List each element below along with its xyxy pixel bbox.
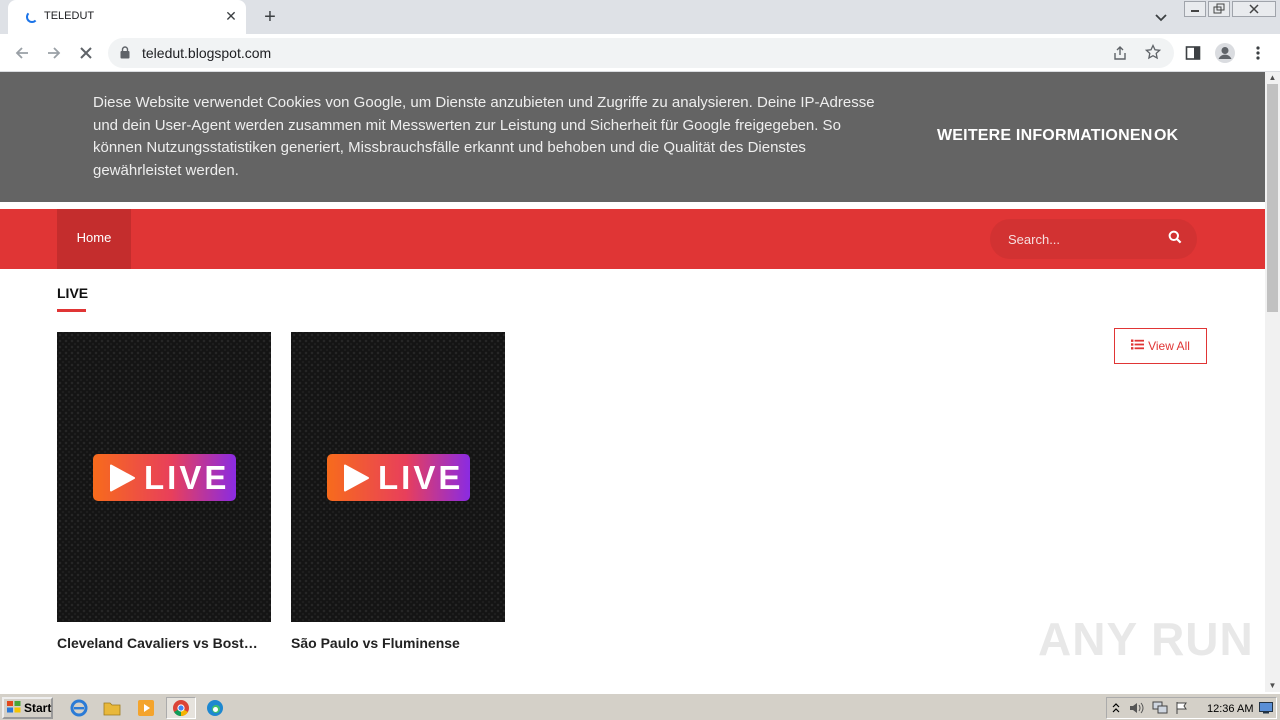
scroll-up-arrow-icon[interactable]: ▲ bbox=[1265, 72, 1280, 84]
cookie-notice-text: Diese Website verwendet Cookies von Goog… bbox=[93, 94, 875, 179]
section-title: LIVE bbox=[57, 285, 89, 301]
stop-loading-icon[interactable] bbox=[74, 41, 98, 65]
network-icon[interactable] bbox=[1152, 701, 1168, 718]
browser-tab[interactable]: TELEDUT ✕ bbox=[8, 0, 246, 34]
page-scrollbar[interactable]: ▲ ▼ bbox=[1265, 72, 1280, 692]
post-title[interactable]: São Paulo vs Fluminense bbox=[291, 635, 499, 651]
chrome-taskbar-icon[interactable] bbox=[166, 697, 196, 719]
bookmark-star-icon[interactable] bbox=[1144, 43, 1162, 65]
internet-explorer-icon[interactable] bbox=[67, 697, 91, 719]
browser-menu-icon[interactable] bbox=[1246, 41, 1270, 65]
restore-icon[interactable] bbox=[1208, 1, 1230, 17]
url-text: teledut.blogspot.com bbox=[142, 45, 272, 61]
nav-item-home[interactable]: Home bbox=[57, 209, 131, 269]
screen: TELEDUT ✕ + teledut.blogspot.com Diese W… bbox=[0, 0, 1280, 720]
tab-search-chevron-icon[interactable] bbox=[1150, 6, 1172, 28]
back-arrow-icon[interactable] bbox=[10, 41, 34, 65]
more-info-link[interactable]: WEITERE INFORMATIONEN bbox=[937, 127, 1152, 145]
lock-icon bbox=[120, 46, 130, 64]
windows-logo-icon bbox=[6, 700, 22, 717]
view-all-button[interactable]: View All bbox=[1114, 328, 1207, 364]
anyrun-watermark: ANY RUN bbox=[1038, 613, 1254, 665]
live-badge-text: LIVE bbox=[144, 459, 230, 496]
action-center-flag-icon[interactable] bbox=[1175, 701, 1189, 718]
system-tray: 12:36 AM bbox=[1106, 697, 1277, 719]
side-panel-icon[interactable] bbox=[1181, 41, 1205, 65]
window-close-icon[interactable] bbox=[1232, 1, 1276, 17]
live-badge-text: LIVE bbox=[378, 459, 464, 496]
tray-expand-icon[interactable] bbox=[1112, 702, 1120, 717]
browser-tabbar: TELEDUT ✕ + bbox=[0, 0, 1280, 34]
show-desktop-icon[interactable] bbox=[1259, 702, 1273, 717]
share-icon[interactable] bbox=[1112, 45, 1128, 66]
cookie-ok-button[interactable]: OK bbox=[1154, 127, 1178, 145]
scrollbar-thumb[interactable] bbox=[1267, 84, 1278, 312]
view-all-label: View All bbox=[1148, 339, 1190, 353]
post-title[interactable]: Cleveland Cavaliers vs Boston Celtics bbox=[57, 635, 265, 651]
media-player-icon[interactable] bbox=[134, 697, 158, 719]
address-bar[interactable]: teledut.blogspot.com bbox=[108, 38, 1174, 68]
start-label: Start bbox=[24, 701, 52, 715]
search-box bbox=[990, 219, 1197, 259]
new-tab-button[interactable]: + bbox=[258, 6, 282, 28]
play-icon bbox=[108, 464, 136, 497]
tab-title: TELEDUT bbox=[44, 10, 95, 22]
list-icon bbox=[1131, 339, 1145, 353]
volume-icon[interactable] bbox=[1129, 701, 1145, 718]
live-badge: LIVE bbox=[327, 454, 470, 501]
loading-spinner-icon bbox=[26, 11, 38, 23]
section-title-underline bbox=[57, 309, 86, 312]
clock: 12:36 AM bbox=[1207, 703, 1254, 715]
cookie-banner: Diese Website verwendet Cookies von Goog… bbox=[0, 72, 1265, 202]
browser-toolbar: teledut.blogspot.com bbox=[0, 34, 1280, 72]
forward-arrow-icon[interactable] bbox=[42, 41, 66, 65]
tab-close-icon[interactable]: ✕ bbox=[222, 7, 240, 25]
post-thumbnail[interactable]: LIVE bbox=[57, 332, 271, 622]
page-viewport: Diese Website verwendet Cookies von Goog… bbox=[0, 72, 1265, 692]
os-taskbar: Start 12:36 AM bbox=[0, 692, 1280, 720]
minimize-icon[interactable] bbox=[1184, 1, 1206, 17]
post-card[interactable]: LIVE Cleveland Cavaliers vs Boston Celti… bbox=[57, 332, 271, 651]
play-icon bbox=[342, 464, 370, 497]
post-card[interactable]: LIVE São Paulo vs Fluminense bbox=[291, 332, 505, 651]
search-icon[interactable] bbox=[1168, 230, 1182, 249]
file-explorer-icon[interactable] bbox=[100, 697, 124, 719]
site-navbar: Home bbox=[0, 209, 1265, 269]
scroll-down-arrow-icon[interactable]: ▼ bbox=[1265, 680, 1280, 692]
search-input[interactable] bbox=[1008, 230, 1158, 248]
post-thumbnail[interactable]: LIVE bbox=[291, 332, 505, 622]
profile-avatar-icon[interactable] bbox=[1213, 41, 1237, 65]
live-badge: LIVE bbox=[93, 454, 236, 501]
edge-icon[interactable] bbox=[203, 697, 227, 719]
start-button[interactable]: Start bbox=[2, 697, 53, 719]
